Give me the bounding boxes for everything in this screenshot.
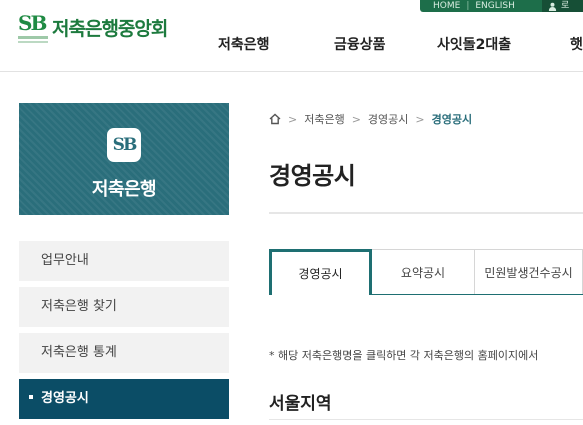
breadcrumb-item[interactable]: 저축은행 (304, 111, 344, 127)
page-title: 경영공시 (269, 162, 356, 190)
logo-mark-stripe-2 (18, 41, 48, 43)
nav-item-saitdol-loan[interactable]: 사잇돌2대출 (437, 36, 511, 54)
side-menu-item-disclosure[interactable]: 경영공시 (19, 379, 229, 419)
nav-item-savings-bank[interactable]: 저축은행 (218, 36, 270, 54)
title-divider (269, 212, 583, 214)
tab-bar: 경영공시 요약공시 민원발생건수공시 (269, 249, 583, 295)
utility-separator: | (466, 1, 470, 11)
nav-item-sunshine[interactable]: 햇 (570, 36, 583, 54)
side-menu-item-find-bank[interactable]: 저축은행 찾기 (19, 287, 229, 327)
side-menu: 업무안내 저축은행 찾기 저축은행 통계 경영공시 (19, 241, 229, 425)
chevron-right-icon: > (415, 112, 425, 126)
breadcrumb-current: 경영공시 (431, 113, 473, 126)
tab-underline (372, 294, 583, 295)
banner-icon-text: SB (112, 135, 138, 155)
breadcrumb: > 저축은행 > 경영공시 > 경영공시 (269, 111, 472, 127)
logo-mark: SB (18, 11, 48, 46)
site-header: SB 저축은행중앙회 HOME | ENGLISH 로 저축은행 금융상품 사잇… (0, 0, 583, 72)
chevron-right-icon: > (351, 112, 361, 126)
login-label: 로 (561, 1, 570, 11)
nav-item-financial-products[interactable]: 금융상품 (334, 36, 386, 54)
tab-summary-disclosure[interactable]: 요약공시 (372, 249, 475, 295)
tab-complaints-disclosure[interactable]: 민원발생건수공시 (475, 249, 583, 295)
section-banner: SB 저축은행 (19, 103, 229, 215)
chevron-right-icon: > (288, 112, 298, 126)
region-divider (269, 419, 583, 420)
user-icon (548, 2, 557, 11)
logo-text: 저축은행중앙회 (52, 18, 168, 40)
region-title: 서울지역 (269, 394, 332, 414)
breadcrumb-item[interactable]: 경영공시 (368, 111, 408, 127)
notice-text: * 해당 저축은행명을 클릭하면 각 저축은행의 홈페이지에서 (269, 349, 539, 362)
english-link[interactable]: ENGLISH (475, 0, 515, 12)
home-icon[interactable] (269, 113, 281, 125)
home-link[interactable]: HOME (433, 0, 460, 12)
logo-mark-text: SB (18, 11, 47, 35)
section-title: 저축은행 (91, 179, 157, 200)
login-link[interactable]: 로 (542, 0, 583, 12)
utility-bar: HOME | ENGLISH 로 (420, 0, 583, 12)
sb-logo-icon: SB (107, 128, 141, 162)
side-menu-item-label: 경영공시 (41, 391, 89, 406)
active-bullet-icon (29, 394, 33, 399)
side-menu-item-business-guide[interactable]: 업무안내 (19, 241, 229, 281)
side-menu-item-statistics[interactable]: 저축은행 통계 (19, 333, 229, 373)
site-logo[interactable]: SB 저축은행중앙회 (18, 11, 168, 46)
tab-disclosure[interactable]: 경영공시 (269, 249, 372, 295)
logo-mark-stripe (18, 36, 48, 39)
